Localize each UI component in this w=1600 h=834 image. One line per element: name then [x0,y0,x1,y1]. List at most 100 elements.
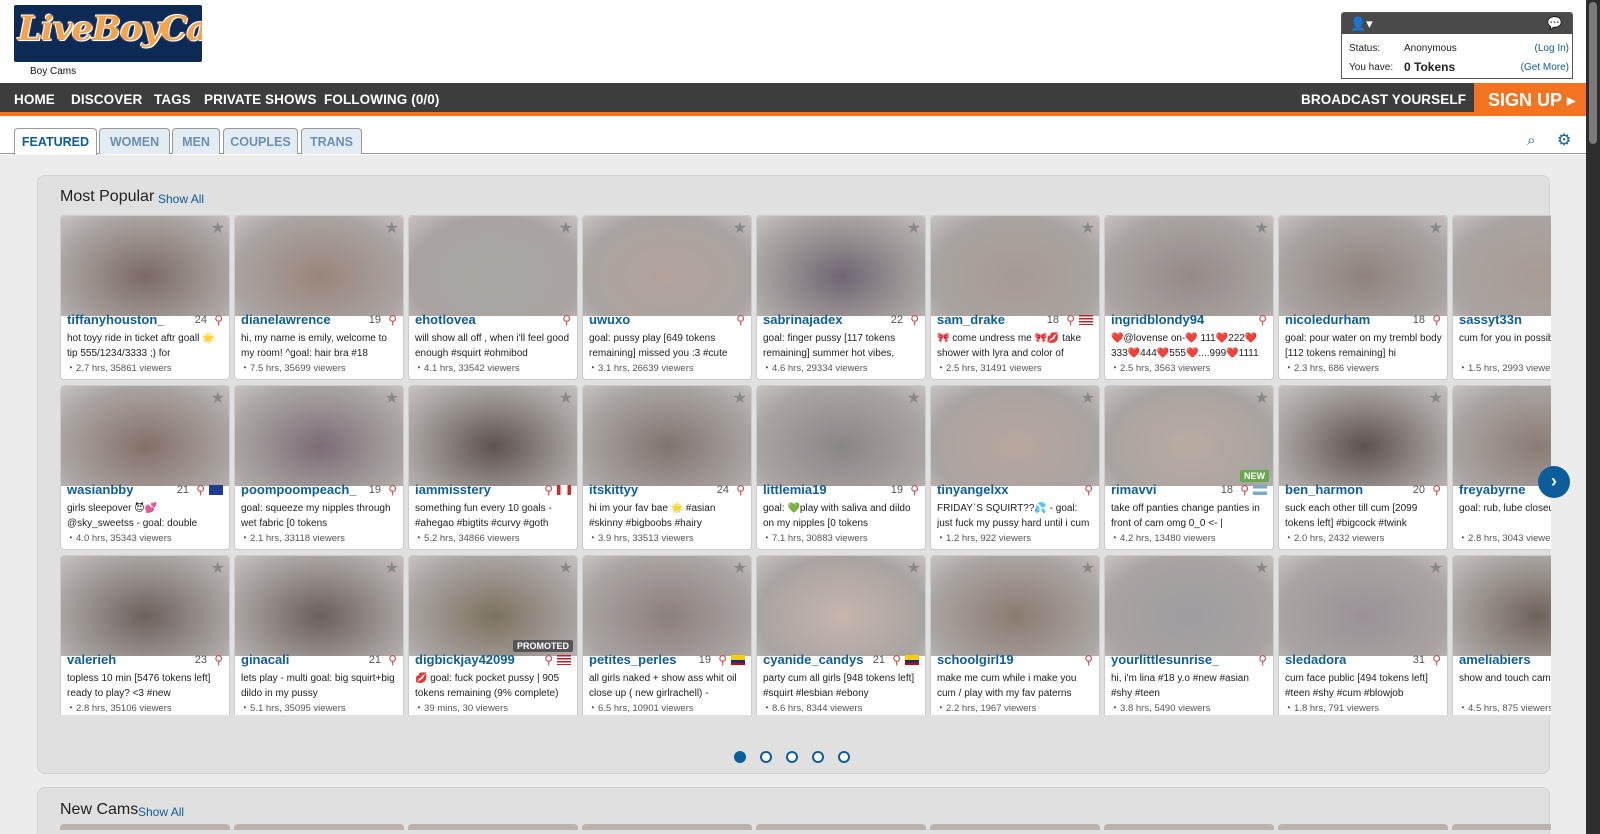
star-icon[interactable]: ★ [733,558,747,578]
room-username[interactable]: rimavvi [1111,482,1157,497]
room-card[interactable]: ★ poompoompeach_ ⚲ 19 goal: squeeze my nippl… [234,385,404,550]
room-card[interactable]: ★ dianelawrence ⚲ 19 hi, my name is emily, w… [234,215,404,380]
room-card[interactable]: ★ littlemia19 ⚲ 19 goal: 💚play with saliva a… [756,385,926,550]
tab-men[interactable]: MEN [172,128,220,154]
star-icon[interactable]: ★ [1081,218,1095,238]
carousel-next-button[interactable]: › [1538,466,1570,498]
new-cam-thumbnail[interactable] [1278,824,1448,830]
most-popular-show-all[interactable]: Show All [158,192,204,206]
new-cam-thumbnail[interactable] [756,824,926,830]
carousel-dot[interactable] [760,751,772,763]
room-username[interactable]: sassyt33n [1459,312,1522,327]
room-card[interactable]: ★ NEW rimavvi ⚲ 18 take off panties change pa… [1104,385,1274,550]
room-card[interactable]: ★ sledadora ⚲ 31 cum face public [494 tokens… [1278,555,1448,715]
room-username[interactable]: ehotlovea [415,312,476,327]
tab-trans[interactable]: TRANS [301,128,362,154]
login-link[interactable]: (Log In) [1535,43,1569,54]
tab-women[interactable]: WOMEN [99,128,170,154]
room-username[interactable]: valerieh [67,652,116,667]
new-cam-thumbnail[interactable] [930,824,1100,830]
signup-button[interactable]: SIGN UP ▸ [1474,83,1586,116]
new-cam-thumbnail[interactable] [1452,824,1551,830]
room-card[interactable]: ★ ben_harmon ⚲ 20 suck each other till cum [… [1278,385,1448,550]
scrollbar-thumb[interactable] [1589,2,1597,144]
room-card[interactable]: ★ itskittyy ⚲ 24 hi im your fav bae 🌟 #asian… [582,385,752,550]
star-icon[interactable]: ★ [733,218,747,238]
star-icon[interactable]: ★ [1429,558,1443,578]
room-card[interactable]: ★ tiffanyhouston_ ⚲ 24 hot toyy ride in tick… [60,215,230,380]
star-icon[interactable]: ★ [385,218,399,238]
new-cam-thumbnail[interactable] [408,824,578,830]
star-icon[interactable]: ★ [211,388,225,408]
star-icon[interactable]: ★ [907,218,921,238]
room-card[interactable]: ★ iammisstery ⚲ something fun every 10 goal… [408,385,578,550]
get-more-link[interactable]: (Get More) [1521,62,1569,73]
room-thumbnail[interactable] [1279,216,1447,316]
star-icon[interactable]: ★ [1429,388,1443,408]
room-thumbnail[interactable] [757,216,925,316]
chat-bubble-icon[interactable]: 💬 [1547,16,1562,30]
room-username[interactable]: poompoompeach_ [241,482,357,497]
room-thumbnail[interactable] [1453,216,1551,316]
room-card[interactable]: ★ tinyangelxx ⚲ FRIDAY`S SQUIRT??💦 - goal: … [930,385,1100,550]
room-card[interactable]: ★ cyanide_candys ⚲ 21 party cum all girls [9… [756,555,926,715]
room-card[interactable]: ★ yourlittlesunrise_ ⚲ hi, i'm lina #18 y.o… [1104,555,1274,715]
carousel-dot[interactable] [838,751,850,763]
room-thumbnail[interactable] [1105,216,1273,316]
room-card[interactable]: ★sassyt33n⚲cum for you in possible! 😈ma◔… [1452,215,1551,380]
room-card[interactable]: ★ sabrinajadex ⚲ 22 goal: finger pussy [117 … [756,215,926,380]
room-username[interactable]: yourlittlesunrise_ [1111,652,1219,667]
new-cam-thumbnail[interactable] [1104,824,1274,830]
nav-broadcast[interactable]: BROADCAST YOURSELF [1301,92,1466,107]
room-card[interactable]: ★ valerieh ⚲ 23 topless 10 min [5476 tokens … [60,555,230,715]
room-username[interactable]: schoolgirl19 [937,652,1014,667]
room-thumbnail[interactable] [1453,556,1551,656]
room-thumbnail[interactable] [931,386,1099,486]
room-thumbnail[interactable] [235,386,403,486]
room-username[interactable]: ingridblondy94 [1111,312,1204,327]
nav-home[interactable]: HOME [14,92,55,107]
room-thumbnail[interactable] [1105,556,1273,656]
room-thumbnail[interactable] [1453,386,1551,486]
room-card[interactable]: ★freyabyrne⚲goal: rub, lube closeup :) #… [1452,385,1551,550]
page-scrollbar[interactable] [1586,0,1600,834]
star-icon[interactable]: ★ [211,558,225,578]
room-thumbnail[interactable] [61,216,229,316]
tab-couples[interactable]: COUPLES [223,128,298,154]
room-card[interactable]: ★ petites_perles ⚲ 19 all girls naked + show… [582,555,752,715]
room-username[interactable]: uwuxo [589,312,630,327]
room-username[interactable]: itskittyy [589,482,638,497]
star-icon[interactable]: ★ [211,218,225,238]
room-username[interactable]: ben_harmon [1285,482,1363,497]
nav-discover[interactable]: DISCOVER [71,92,142,107]
room-thumbnail[interactable] [583,556,751,656]
carousel-dot[interactable] [734,751,746,763]
new-cams-show-all[interactable]: Show All [138,805,184,819]
room-thumbnail[interactable] [931,216,1099,316]
star-icon[interactable]: ★ [385,558,399,578]
star-icon[interactable]: ★ [907,558,921,578]
room-card[interactable]: ★ wasianbby ⚲ 21 girls sleepover 😈💕 @sky_swe… [60,385,230,550]
star-icon[interactable]: ★ [1081,388,1095,408]
room-thumbnail[interactable] [757,386,925,486]
room-thumbnail[interactable] [235,216,403,316]
room-thumbnail[interactable] [61,556,229,656]
room-thumbnail[interactable] [931,556,1099,656]
star-icon[interactable]: ★ [559,388,573,408]
room-thumbnail[interactable] [61,386,229,486]
star-icon[interactable]: ★ [559,218,573,238]
room-username[interactable]: iammisstery [415,482,491,497]
site-logo[interactable]: LiveBoyCams [14,5,202,62]
room-card[interactable]: ★ uwuxo ⚲ goal: pussy play [649 tokens rema… [582,215,752,380]
room-username[interactable]: littlemia19 [763,482,827,497]
room-thumbnail[interactable] [583,216,751,316]
room-card[interactable]: ★ nicoledurham ⚲ 18 goal: pour water on my t… [1278,215,1448,380]
search-icon[interactable]: ⌕ [1527,132,1535,149]
room-thumbnail[interactable] [409,216,577,316]
nav-tags[interactable]: TAGS [154,92,191,107]
room-username[interactable]: ginacali [241,652,289,667]
star-icon[interactable]: ★ [1255,558,1269,578]
star-icon[interactable]: ★ [907,388,921,408]
room-username[interactable]: freyabyrne [1459,482,1525,497]
room-thumbnail[interactable] [1279,556,1447,656]
